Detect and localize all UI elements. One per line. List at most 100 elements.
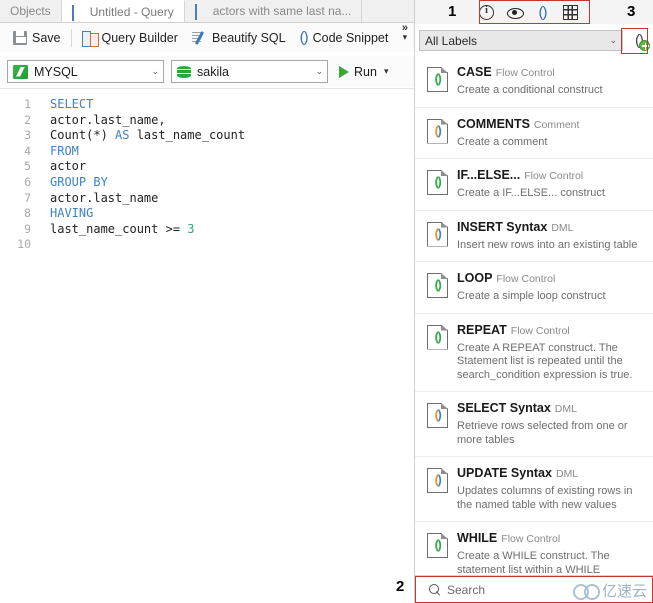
beautify-icon bbox=[191, 31, 207, 45]
save-button[interactable]: Save bbox=[6, 26, 68, 50]
snippet-body: REPEAT Flow Control Create A REPEAT constr… bbox=[457, 323, 644, 383]
grid-icon bbox=[71, 4, 85, 21]
snippet-list-item[interactable]: () WHILE Flow Control Create a WHILE constr… bbox=[415, 522, 653, 575]
snippet-title: CASE Flow Control bbox=[457, 65, 555, 79]
tab-objects-label: Objects bbox=[10, 4, 51, 18]
snippet-document-icon: () bbox=[427, 403, 448, 428]
toolbar-separator bbox=[70, 28, 72, 47]
snippet-category: DML bbox=[555, 468, 579, 480]
code-line: SELECT bbox=[50, 97, 94, 111]
snippet-title: INSERT Syntax DML bbox=[457, 219, 574, 234]
query-editor-pane: Objects Untitled - Query actors with sam… bbox=[0, 0, 414, 603]
eye-icon[interactable] bbox=[507, 5, 524, 20]
snippet-description: Create a comment bbox=[457, 135, 548, 148]
line-number: 4 bbox=[24, 143, 31, 158]
query-builder-icon bbox=[81, 30, 99, 47]
info-icon[interactable] bbox=[479, 4, 494, 20]
database-value: sakila bbox=[197, 64, 229, 79]
save-button-label: Save bbox=[32, 30, 61, 45]
line-number: 6 bbox=[24, 174, 31, 189]
snippet-description: Insert new rows into an existing table bbox=[457, 238, 638, 251]
snippet-list-item[interactable]: () SELECT Syntax DML Retrieve rows selected… bbox=[415, 392, 653, 457]
chevron-down-icon: ⌄ bbox=[151, 66, 159, 76]
line-number: 8 bbox=[24, 206, 31, 221]
code-line: Count(*) AS last_name_count bbox=[50, 128, 246, 143]
tab-untitled-query-label: Untitled - Query bbox=[89, 4, 174, 19]
snippet-category: Flow Control bbox=[510, 324, 570, 337]
snippet-body: UPDATE Syntax DML Updates columns of exist… bbox=[457, 466, 644, 512]
snippet-document-icon: () bbox=[427, 324, 448, 350]
tab-actors-with-same-last-name[interactable]: actors with same last na... bbox=[184, 0, 363, 22]
grid-icon bbox=[194, 4, 208, 20]
database-icon bbox=[177, 65, 191, 79]
tab-untitled-query[interactable]: Untitled - Query bbox=[61, 0, 185, 22]
snippet-list-item[interactable]: () INSERT Syntax DML Insert new rows into a… bbox=[415, 211, 653, 262]
snippet-list-item[interactable]: () UPDATE Syntax DML Updates columns of exi… bbox=[415, 457, 653, 522]
snippet-document-icon: () bbox=[427, 67, 448, 92]
snippet-body: LOOP Flow Control Create a simple loop con… bbox=[457, 271, 644, 304]
snippet-title: SELECT Syntax DML bbox=[457, 401, 577, 415]
tab-actors-label: actors with same last na... bbox=[212, 4, 352, 18]
snippet-list[interactable]: () CASE Flow Control Create a conditional c… bbox=[415, 56, 653, 575]
snippet-list-item[interactable]: () REPEAT Flow Control Create A REPEAT cons… bbox=[415, 314, 653, 392]
beautify-sql-button[interactable]: Beautify SQL bbox=[185, 26, 293, 50]
code-snippet-panel: () All Labels ⌄ () () CASEFlow Control Cre… bbox=[414, 0, 653, 603]
toolbar-overflow-1[interactable]: » ▾ bbox=[402, 23, 408, 42]
connection-select[interactable]: MYSQL ⌄ bbox=[7, 60, 164, 83]
snippet-list-item[interactable]: () LOOP Flow Control Create a simple loop c… bbox=[415, 262, 653, 314]
snippet-category: Flow Control bbox=[496, 273, 556, 285]
app-window: Objects Untitled - Query actors with sam… bbox=[0, 0, 653, 603]
snippet-category: DML bbox=[554, 403, 577, 415]
parentheses-icon[interactable]: () bbox=[535, 5, 550, 20]
snippet-document-icon: () bbox=[427, 118, 448, 144]
sql-code-area[interactable]: SELECT actor.last_name, Count(*) AS last_n… bbox=[38, 89, 414, 603]
snippet-list-item[interactable]: () COMMENTS Comment Create a comment bbox=[415, 108, 653, 159]
code-line: FROM bbox=[50, 143, 79, 158]
tab-strip: Objects Untitled - Query actors with sam… bbox=[0, 0, 414, 23]
snippet-description: Updates columns of existing rows in the … bbox=[457, 485, 633, 511]
snippet-filter-bar: All Labels ⌄ () bbox=[415, 27, 653, 54]
snippet-description: Create a IF...ELSE... construct bbox=[457, 187, 605, 199]
sql-editor[interactable]: 1 2 3 4 5 6 7 8 9 10 SELECT actor.last_name, Count(… bbox=[0, 88, 414, 603]
label-filter-select[interactable]: All Labels ⌄ bbox=[419, 30, 623, 51]
snippet-title: COMMENTS Comment bbox=[457, 116, 580, 131]
snippet-body: COMMENTS Comment Create a comment bbox=[457, 117, 644, 150]
snippet-list-item[interactable]: () IF...ELSE... Flow Control Create a IF...… bbox=[415, 159, 653, 211]
snippet-body: IF...ELSE... Flow Control Create a IF...EL… bbox=[457, 168, 644, 201]
code-line: GROUP BY bbox=[50, 174, 108, 189]
save-icon bbox=[13, 30, 27, 45]
snippet-list-item[interactable]: () CASE Flow Control Create a conditional c… bbox=[415, 56, 653, 108]
chevron-down-icon: ⌄ bbox=[315, 66, 323, 76]
snippet-title: IF...ELSE... Flow Control bbox=[457, 168, 584, 182]
line-number: 9 bbox=[24, 221, 31, 236]
parentheses-icon: () bbox=[299, 29, 309, 46]
snippet-category: Flow Control bbox=[495, 67, 555, 79]
beautify-sql-label: Beautify SQL bbox=[211, 30, 286, 45]
tab-objects[interactable]: Objects bbox=[0, 0, 62, 22]
table-icon[interactable] bbox=[563, 4, 578, 20]
snippet-body: SELECT Syntax DML Retrieve rows selected f… bbox=[457, 401, 644, 447]
search-input[interactable]: Search bbox=[447, 583, 485, 597]
code-snippet-button[interactable]: () Code Snippet bbox=[293, 26, 396, 50]
line-number: 10 bbox=[17, 237, 31, 252]
run-button[interactable]: Run ▾ bbox=[339, 65, 388, 79]
code-snippet-label: Code Snippet bbox=[312, 30, 389, 45]
query-builder-button[interactable]: Query Builder bbox=[75, 26, 185, 50]
code-line: last_name_count >= 3 bbox=[50, 221, 195, 236]
snippet-category: DML bbox=[551, 221, 574, 234]
snippet-title: REPEAT Flow Control bbox=[457, 322, 570, 337]
snippet-search-bar[interactable]: Search bbox=[415, 575, 653, 603]
main-toolbar: Save Query Builder Beautify SQL () Code … bbox=[0, 23, 414, 52]
search-icon bbox=[429, 584, 440, 595]
connection-toolbar: MYSQL ⌄ sakila ⌄ Run ▾ bbox=[0, 56, 414, 87]
snippet-document-icon: () bbox=[427, 221, 448, 247]
add-snippet-button[interactable]: () bbox=[628, 30, 650, 52]
database-select[interactable]: sakila ⌄ bbox=[171, 60, 328, 83]
snippet-category: Flow Control bbox=[524, 170, 584, 182]
snippet-description: Create a simple loop construct bbox=[457, 290, 606, 302]
code-line: actor.last_name bbox=[50, 190, 159, 205]
label-filter-value: All Labels bbox=[425, 33, 478, 48]
snippet-description: Retrieve rows selected from one or more … bbox=[457, 420, 628, 446]
snippet-description: Create a WHILE construct. The statement … bbox=[457, 550, 610, 575]
